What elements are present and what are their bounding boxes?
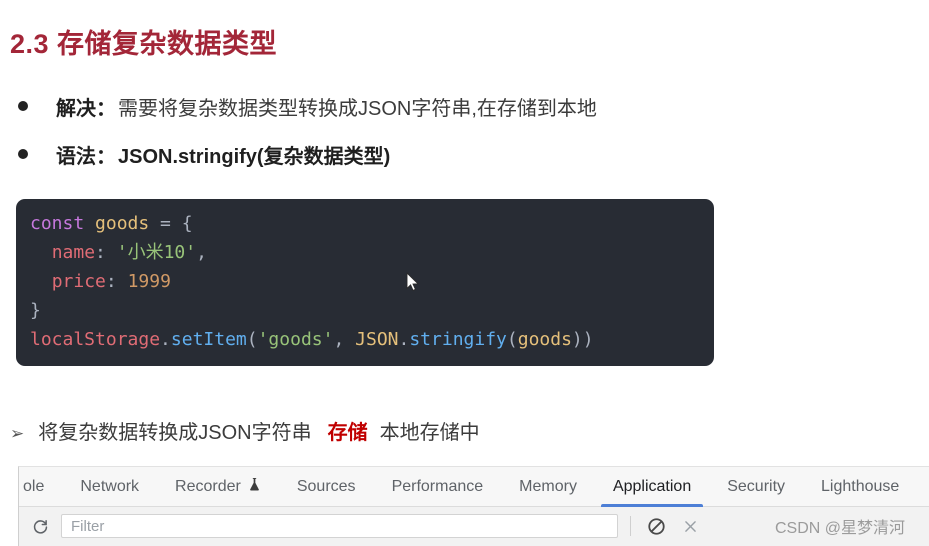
csdn-watermark: CSDN @星梦清河 — [774, 520, 905, 537]
tab-sources[interactable]: Sources — [279, 467, 374, 507]
code-token: ( — [506, 329, 518, 350]
tab-label: Network — [80, 477, 140, 495]
code-token: , — [333, 329, 356, 350]
bullet-text: 需要将复杂数据类型转换成JSON字符串,在存储到本地 — [118, 98, 597, 120]
tab-application[interactable]: Application — [595, 467, 709, 507]
refresh-icon[interactable] — [27, 513, 53, 539]
tab-label: ole — [23, 477, 45, 495]
tab-network[interactable]: Network — [62, 467, 157, 507]
code-token: setItem — [170, 329, 247, 350]
code-token: 'goods' — [257, 329, 334, 350]
toolbar-divider — [630, 516, 631, 536]
code-token: goods — [517, 329, 572, 350]
code-token: , — [196, 242, 207, 263]
code-token: . — [160, 329, 171, 350]
tab-label: Performance — [391, 477, 484, 495]
code-token: stringify — [409, 329, 507, 350]
code-token: const — [30, 213, 85, 234]
code-token: price — [51, 271, 106, 292]
code-token: : — [105, 271, 128, 292]
bullet-dot-icon — [18, 149, 28, 159]
tab-label: Recorder — [175, 477, 241, 495]
tab-label: Lighthouse — [821, 477, 900, 495]
reflection-sheen — [16, 366, 714, 414]
code-reflection: localStorage.setItem('goods', JSON.strin… — [16, 366, 714, 414]
code-token: name — [51, 242, 96, 263]
arrow-bullet-icon: ➢ — [10, 424, 25, 443]
bullet-label: 语法： — [56, 146, 116, 168]
slide-content: 2.3 存储复杂数据类型 解决： 需要将复杂数据类型转换成JSON字符串,在存储… — [0, 0, 929, 458]
tab-label: Security — [727, 477, 786, 495]
code-token: localStorage — [30, 329, 161, 350]
devtools-tab-bar: ole Network Recorder Sources Performance Memo… — [19, 467, 929, 507]
flask-icon — [248, 477, 261, 496]
slide-screenshot: 2.3 存储复杂数据类型 解决： 需要将复杂数据类型转换成JSON字符串,在存储… — [0, 0, 929, 546]
note-line: ➢ 将复杂数据转换成JSON字符串 存储 本地存储中 — [10, 416, 480, 445]
code-line: name: '小米10', — [30, 238, 700, 267]
tab-label: Memory — [519, 477, 577, 495]
tab-label: Sources — [296, 477, 356, 495]
bullet-dot-icon — [18, 101, 28, 111]
code-line: const goods = { — [30, 209, 700, 238]
close-icon[interactable] — [677, 513, 703, 539]
reflection-fade — [16, 366, 714, 414]
code-line: price: 1999 — [30, 267, 700, 296]
bullet-text: JSON.stringify(复杂数据类型) — [118, 146, 391, 168]
code-token: : — [95, 242, 117, 263]
tab-performance[interactable]: Performance — [374, 467, 502, 507]
note-highlight: 存储 — [327, 422, 368, 444]
devtools-toolbar: Filter CSDN @星梦清河 — [19, 507, 929, 545]
code-token: )) — [571, 329, 594, 350]
code-sample: const goods = { name: '小米10', price: 199… — [16, 199, 714, 414]
tab-recorder[interactable]: Recorder — [157, 467, 279, 507]
list-item: 语法： JSON.stringify(复杂数据类型) — [10, 140, 910, 188]
tab-ole[interactable]: ole — [15, 467, 62, 507]
list-item: 解决： 需要将复杂数据类型转换成JSON字符串,在存储到本地 — [10, 92, 910, 140]
bullet-label: 解决： — [56, 98, 116, 120]
tab-security[interactable]: Security — [709, 467, 803, 507]
devtools-panel: ole Network Recorder Sources Performance Memo… — [0, 459, 929, 546]
filter-placeholder-text: Filter — [71, 517, 105, 535]
bullet-list: 解决： 需要将复杂数据类型转换成JSON字符串,在存储到本地 语法： JSON.… — [10, 92, 910, 188]
filter-input[interactable]: Filter — [61, 514, 618, 538]
code-token: '小米10' — [116, 242, 197, 263]
code-block: const goods = { name: '小米10', price: 199… — [16, 199, 714, 366]
note-text-after: 本地存储中 — [379, 422, 480, 444]
tab-memory[interactable]: Memory — [501, 467, 595, 507]
devtools-inner: ole Network Recorder Sources Performance Memo… — [18, 466, 929, 546]
mouse-cursor-icon — [406, 271, 420, 292]
code-line: } — [30, 296, 700, 325]
page-title: 2.3 存储复杂数据类型 — [10, 29, 278, 59]
code-token: = { — [149, 213, 193, 234]
tab-label: Application — [612, 477, 692, 495]
tab-lighthouse[interactable]: Lighthouse — [803, 467, 917, 507]
code-token: JSON — [355, 329, 399, 350]
code-token: . — [398, 329, 410, 350]
code-token: ( — [246, 329, 258, 350]
note-text-before: 将复杂数据转换成JSON字符串 — [38, 422, 312, 444]
code-token: 1999 — [127, 271, 171, 292]
code-line: localStorage.setItem('goods', JSON.strin… — [30, 325, 700, 354]
code-token: goods — [95, 213, 150, 234]
code-token: } — [30, 300, 41, 321]
no-entry-icon[interactable] — [643, 513, 669, 539]
